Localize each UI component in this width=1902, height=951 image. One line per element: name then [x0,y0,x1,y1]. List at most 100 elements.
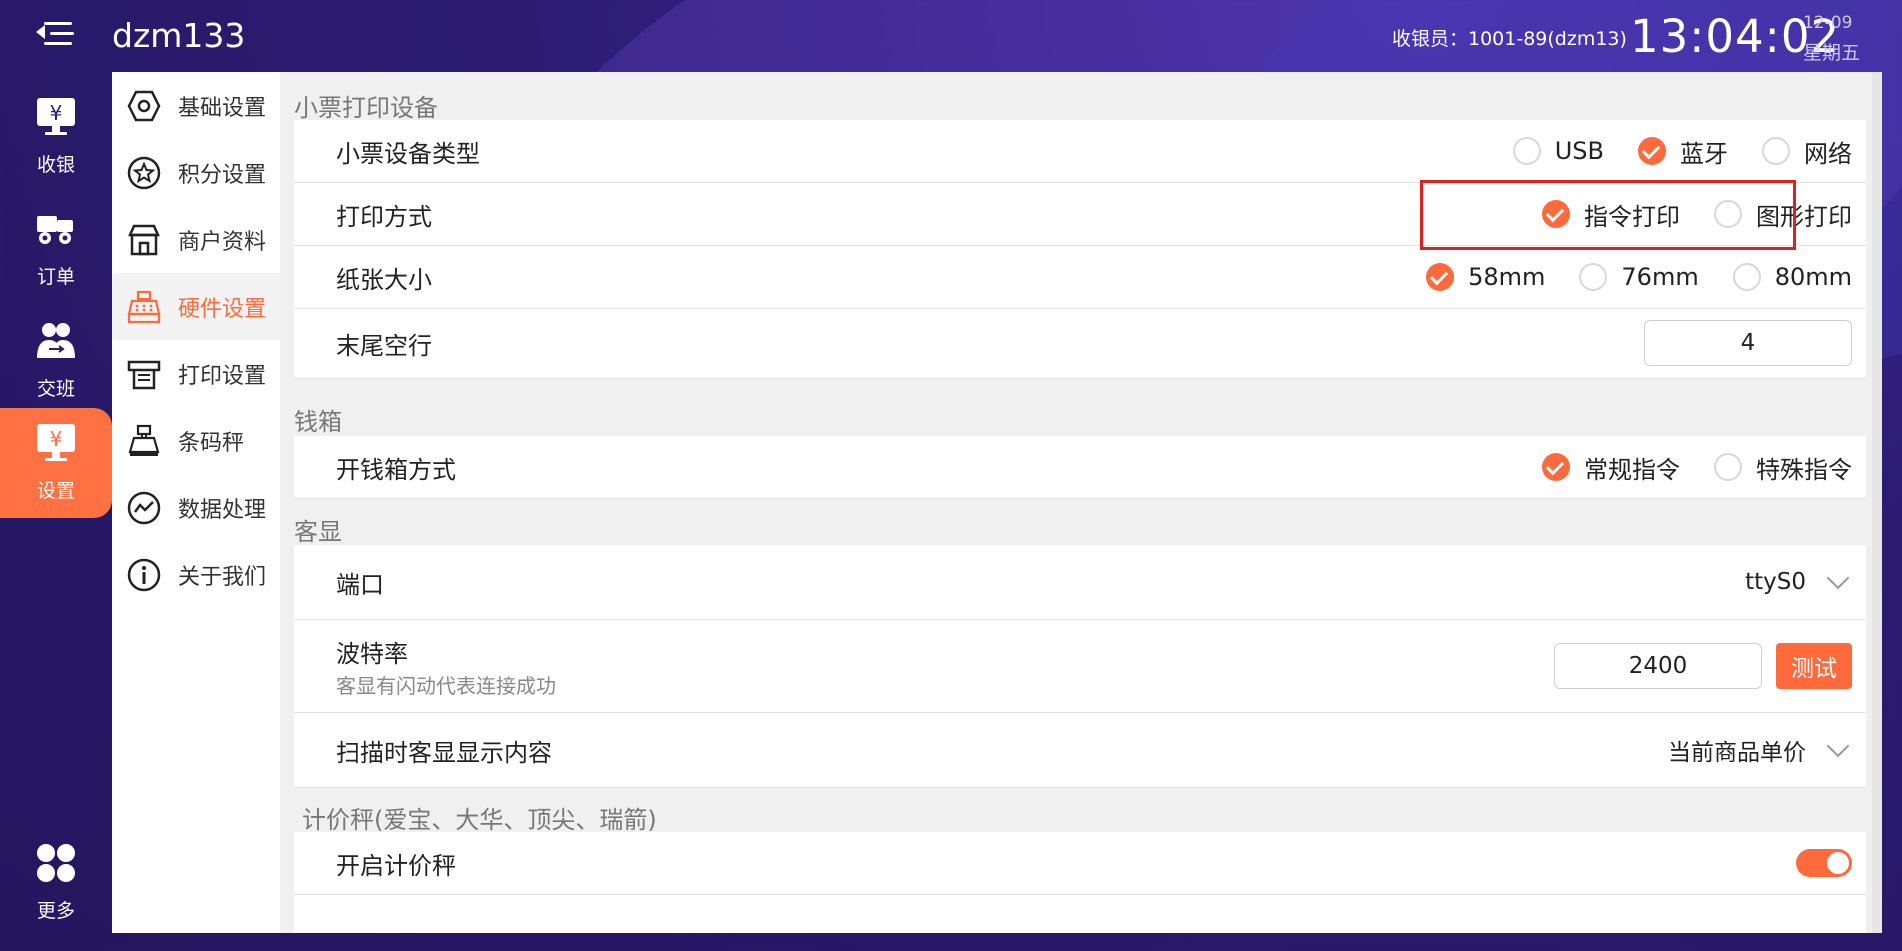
radio-80mm[interactable]: 80mm [1732,263,1852,291]
settings-panel: 基础设置 积分设置 商户资料 硬件设置 打印设置 条码秤 数据处理 关于我们 小… [112,72,1882,933]
radio-checked-icon [1638,137,1666,165]
row-label: 小票设备类型 [336,139,480,168]
row-next-partial [294,895,1866,933]
subnav-item-about[interactable]: 关于我们 [112,541,280,608]
row-device-type: 小票设备类型 USB 蓝牙 网络 [294,120,1866,183]
rail-item-label: 收银 [36,154,75,176]
option-label: 76mm [1621,263,1699,291]
scan-display-dropdown[interactable]: 当前商品单价 [1668,733,1852,767]
info-icon [126,557,162,593]
row-label: 打印方式 [336,202,432,231]
radio-usb[interactable]: USB [1512,137,1604,165]
test-button[interactable]: 测试 [1776,643,1852,689]
radio-graphic-print[interactable]: 图形打印 [1714,197,1852,232]
cash-register-icon [126,289,162,325]
cashier-info: 收银员：1001-89(dzm13) [1392,28,1627,50]
date: 12-09 [1803,13,1853,33]
subnav-item-label: 商户资料 [178,229,267,255]
subnav-item-label: 基础设置 [178,95,267,121]
svg-text:¥: ¥ [50,427,63,451]
option-label: USB [1554,137,1604,165]
subnav-item-label: 关于我们 [178,564,267,590]
row-hint: 客显有闪动代表连接成功 [336,674,556,698]
subnav-item-label: 硬件设置 [178,296,267,322]
rail-item-cashier[interactable]: ¥ 收银 [0,82,112,192]
subnav-item-points[interactable]: 积分设置 [112,139,280,206]
radio-command-print[interactable]: 指令打印 [1542,197,1680,232]
section-title-receipt-printer: 小票打印设备 [294,94,438,122]
section-title-pricing-scale: 计价秤(爱宝、大华、顶尖、瑞箭) [302,806,657,834]
subnav-item-data[interactable]: 数据处理 [112,474,280,541]
rail-item-more[interactable]: 更多 [0,828,112,938]
star-badge-icon [126,155,162,191]
subnav-item-basic[interactable]: 基础设置 [112,72,280,139]
option-label: 指令打印 [1584,202,1680,231]
subnav-item-label: 条码秤 [178,430,245,456]
section-title-customer-display: 客显 [294,518,342,546]
radio-58mm[interactable]: 58mm [1426,263,1545,291]
radio-special-command[interactable]: 特殊指令 [1714,450,1852,485]
radio-network[interactable]: 网络 [1762,134,1852,169]
radio-circle [1762,137,1790,165]
row-tail-blank-lines: 末尾空行 [294,309,1866,379]
svg-text:¥: ¥ [50,101,63,125]
radio-checked-icon [1426,263,1455,291]
option-label: 蓝牙 [1680,139,1728,168]
row-label: 开钱箱方式 [336,455,456,484]
section-title-cash-drawer: 钱箱 [294,408,342,436]
rail-item-shift[interactable]: 交班 [0,306,112,416]
radio-circle [1732,263,1761,291]
row-print-mode: 打印方式 指令打印 图形打印 [294,183,1866,246]
chart-circle-icon [126,490,162,526]
row-label: 波特率 [336,640,408,668]
cashier-monitor-icon: ¥ [37,98,75,135]
radio-circle [1512,137,1541,165]
store-icon [126,222,162,258]
subnav-item-print[interactable]: 打印设置 [112,340,280,407]
radio-circle [1579,263,1608,291]
rail-item-label: 设置 [36,480,75,502]
subnav-item-hardware[interactable]: 硬件设置 [112,273,280,340]
row-port: 端口 ttyS0 [294,545,1866,620]
port-dropdown[interactable]: ttyS0 [1745,566,1852,595]
radio-bluetooth[interactable]: 蓝牙 [1638,134,1728,169]
scale-icon [126,423,162,459]
settings-subnav: 基础设置 积分设置 商户资料 硬件设置 打印设置 条码秤 数据处理 关于我们 [112,72,280,933]
option-label: 图形打印 [1756,202,1852,231]
radio-circle [1714,200,1742,228]
radio-checked-icon [1542,453,1570,481]
radio-circle [1714,453,1742,481]
shift-handover-icon [37,323,75,358]
option-label: 80mm [1774,263,1852,291]
row-scan-display: 扫描时客显显示内容 当前商品单价 [294,713,1866,788]
option-label: 58mm [1468,263,1546,291]
radio-normal-command[interactable]: 常规指令 [1542,450,1680,485]
scrollbar-track[interactable] [1872,72,1882,933]
settings-monitor-icon: ¥ [37,424,75,461]
subnav-item-merchant[interactable]: 商户资料 [112,206,280,273]
row-cash-drawer-mode: 开钱箱方式 常规指令 特殊指令 [294,436,1866,499]
rail-item-orders[interactable]: 订单 [0,194,112,304]
menu-collapse-button[interactable] [36,22,76,52]
rail-item-settings[interactable]: ¥ 设置 [0,408,112,518]
radio-76mm[interactable]: 76mm [1579,263,1699,291]
row-label: 末尾空行 [336,332,432,360]
rail-item-label: 交班 [36,378,75,400]
printer-icon [126,356,162,392]
subnav-item-scale[interactable]: 条码秤 [112,407,280,474]
rail-item-label: 更多 [36,900,75,922]
weekday: 星期五 [1803,42,1861,64]
tail-blank-lines-input[interactable] [1644,320,1852,366]
subnav-item-label: 积分设置 [178,162,267,188]
row-label: 端口 [336,570,384,599]
hardware-settings-content: 小票打印设备 小票设备类型 USB 蓝牙 网络 打印方式 指令打印 图形打印 纸… [280,72,1882,933]
enable-scale-toggle[interactable] [1796,849,1852,877]
subnav-item-label: 数据处理 [178,497,267,523]
row-baud-rate: 波特率 客显有闪动代表连接成功 测试 [294,620,1866,713]
row-enable-scale: 开启计价秤 [294,832,1866,895]
chevron-down-icon [1826,566,1850,590]
baud-rate-input[interactable] [1554,643,1762,689]
row-paper-size: 纸张大小 58mm 76mm 80mm [294,246,1866,309]
row-label: 扫描时客显显示内容 [336,738,552,767]
row-label: 开启计价秤 [336,851,456,880]
